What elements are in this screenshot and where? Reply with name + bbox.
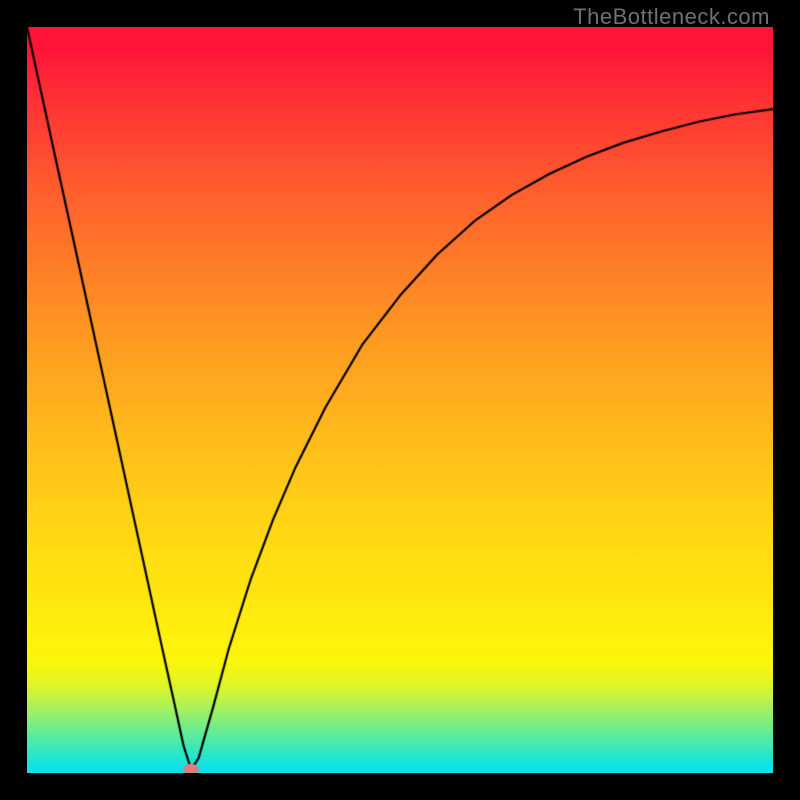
- bottleneck-curve: [27, 27, 773, 773]
- optimum-marker: [183, 764, 199, 773]
- bottleneck-chart: TheBottleneck.com: [0, 0, 800, 800]
- plot-area: [27, 27, 773, 773]
- watermark-text: TheBottleneck.com: [573, 4, 770, 30]
